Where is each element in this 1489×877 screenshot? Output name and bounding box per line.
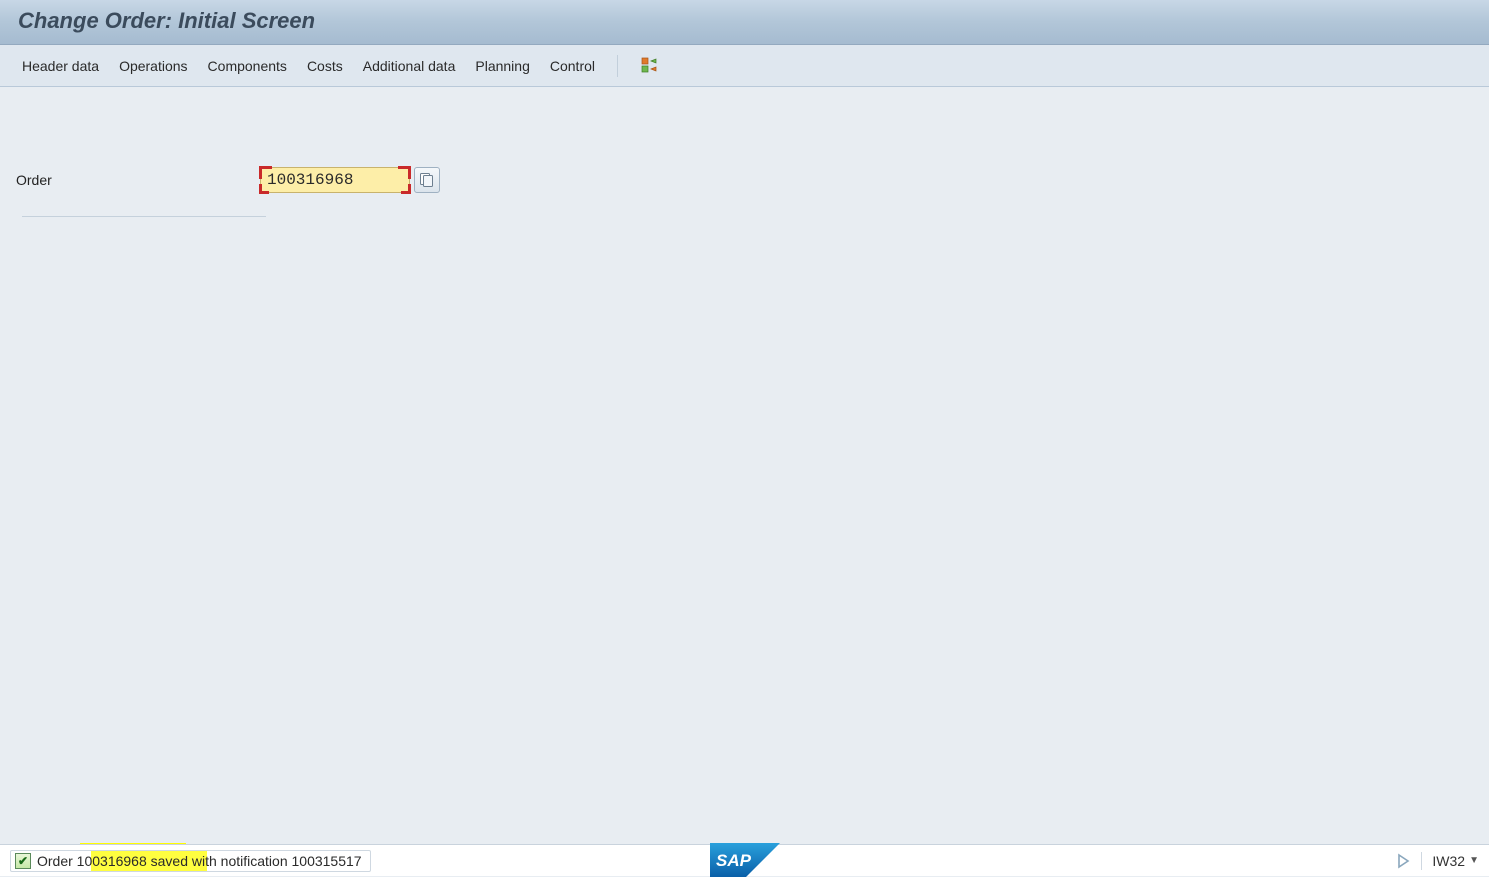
order-input[interactable] <box>260 167 410 193</box>
page-title: Change Order: Initial Screen <box>18 8 1471 34</box>
toolbar-components[interactable]: Components <box>208 58 287 74</box>
svg-text:SAP: SAP <box>716 851 752 870</box>
status-message-box[interactable]: ✔ Order 100316968 saved with notificatio… <box>10 850 371 872</box>
status-bar: ✔ Order 100316968 saved with notificatio… <box>0 844 1489 876</box>
search-help-button[interactable] <box>414 167 440 193</box>
order-row: Order <box>12 167 1477 193</box>
toolbar-operations[interactable]: Operations <box>119 58 187 74</box>
search-help-icon <box>420 173 434 187</box>
transaction-code[interactable]: IW32 ▼ <box>1432 853 1479 869</box>
status-message: Order 100316968 saved with notification … <box>37 853 362 869</box>
toolbar-costs[interactable]: Costs <box>307 58 343 74</box>
toolbar-control[interactable]: Control <box>550 58 595 74</box>
toolbar-separator <box>617 55 618 77</box>
toolbar-planning[interactable]: Planning <box>475 58 530 74</box>
order-label: Order <box>12 172 260 188</box>
content-area: Order <box>0 87 1489 843</box>
status-divider <box>1421 852 1422 870</box>
application-toolbar: Header data Operations Components Costs … <box>0 45 1489 87</box>
title-bar: Change Order: Initial Screen <box>0 0 1489 45</box>
toolbar-header-data[interactable]: Header data <box>22 58 99 74</box>
configure-icon[interactable] <box>640 56 660 76</box>
transaction-code-text: IW32 <box>1432 853 1465 869</box>
chevron-down-icon: ▼ <box>1469 855 1479 866</box>
label-underline <box>22 216 266 217</box>
success-icon: ✔ <box>15 853 31 869</box>
sap-logo-icon: SAP <box>710 843 780 877</box>
toolbar-additional-data[interactable]: Additional data <box>363 58 456 74</box>
order-input-wrap <box>260 167 440 193</box>
status-right: IW32 ▼ <box>1397 852 1479 870</box>
nav-arrow-icon[interactable] <box>1397 853 1411 869</box>
sap-logo-area: SAP <box>710 844 780 876</box>
